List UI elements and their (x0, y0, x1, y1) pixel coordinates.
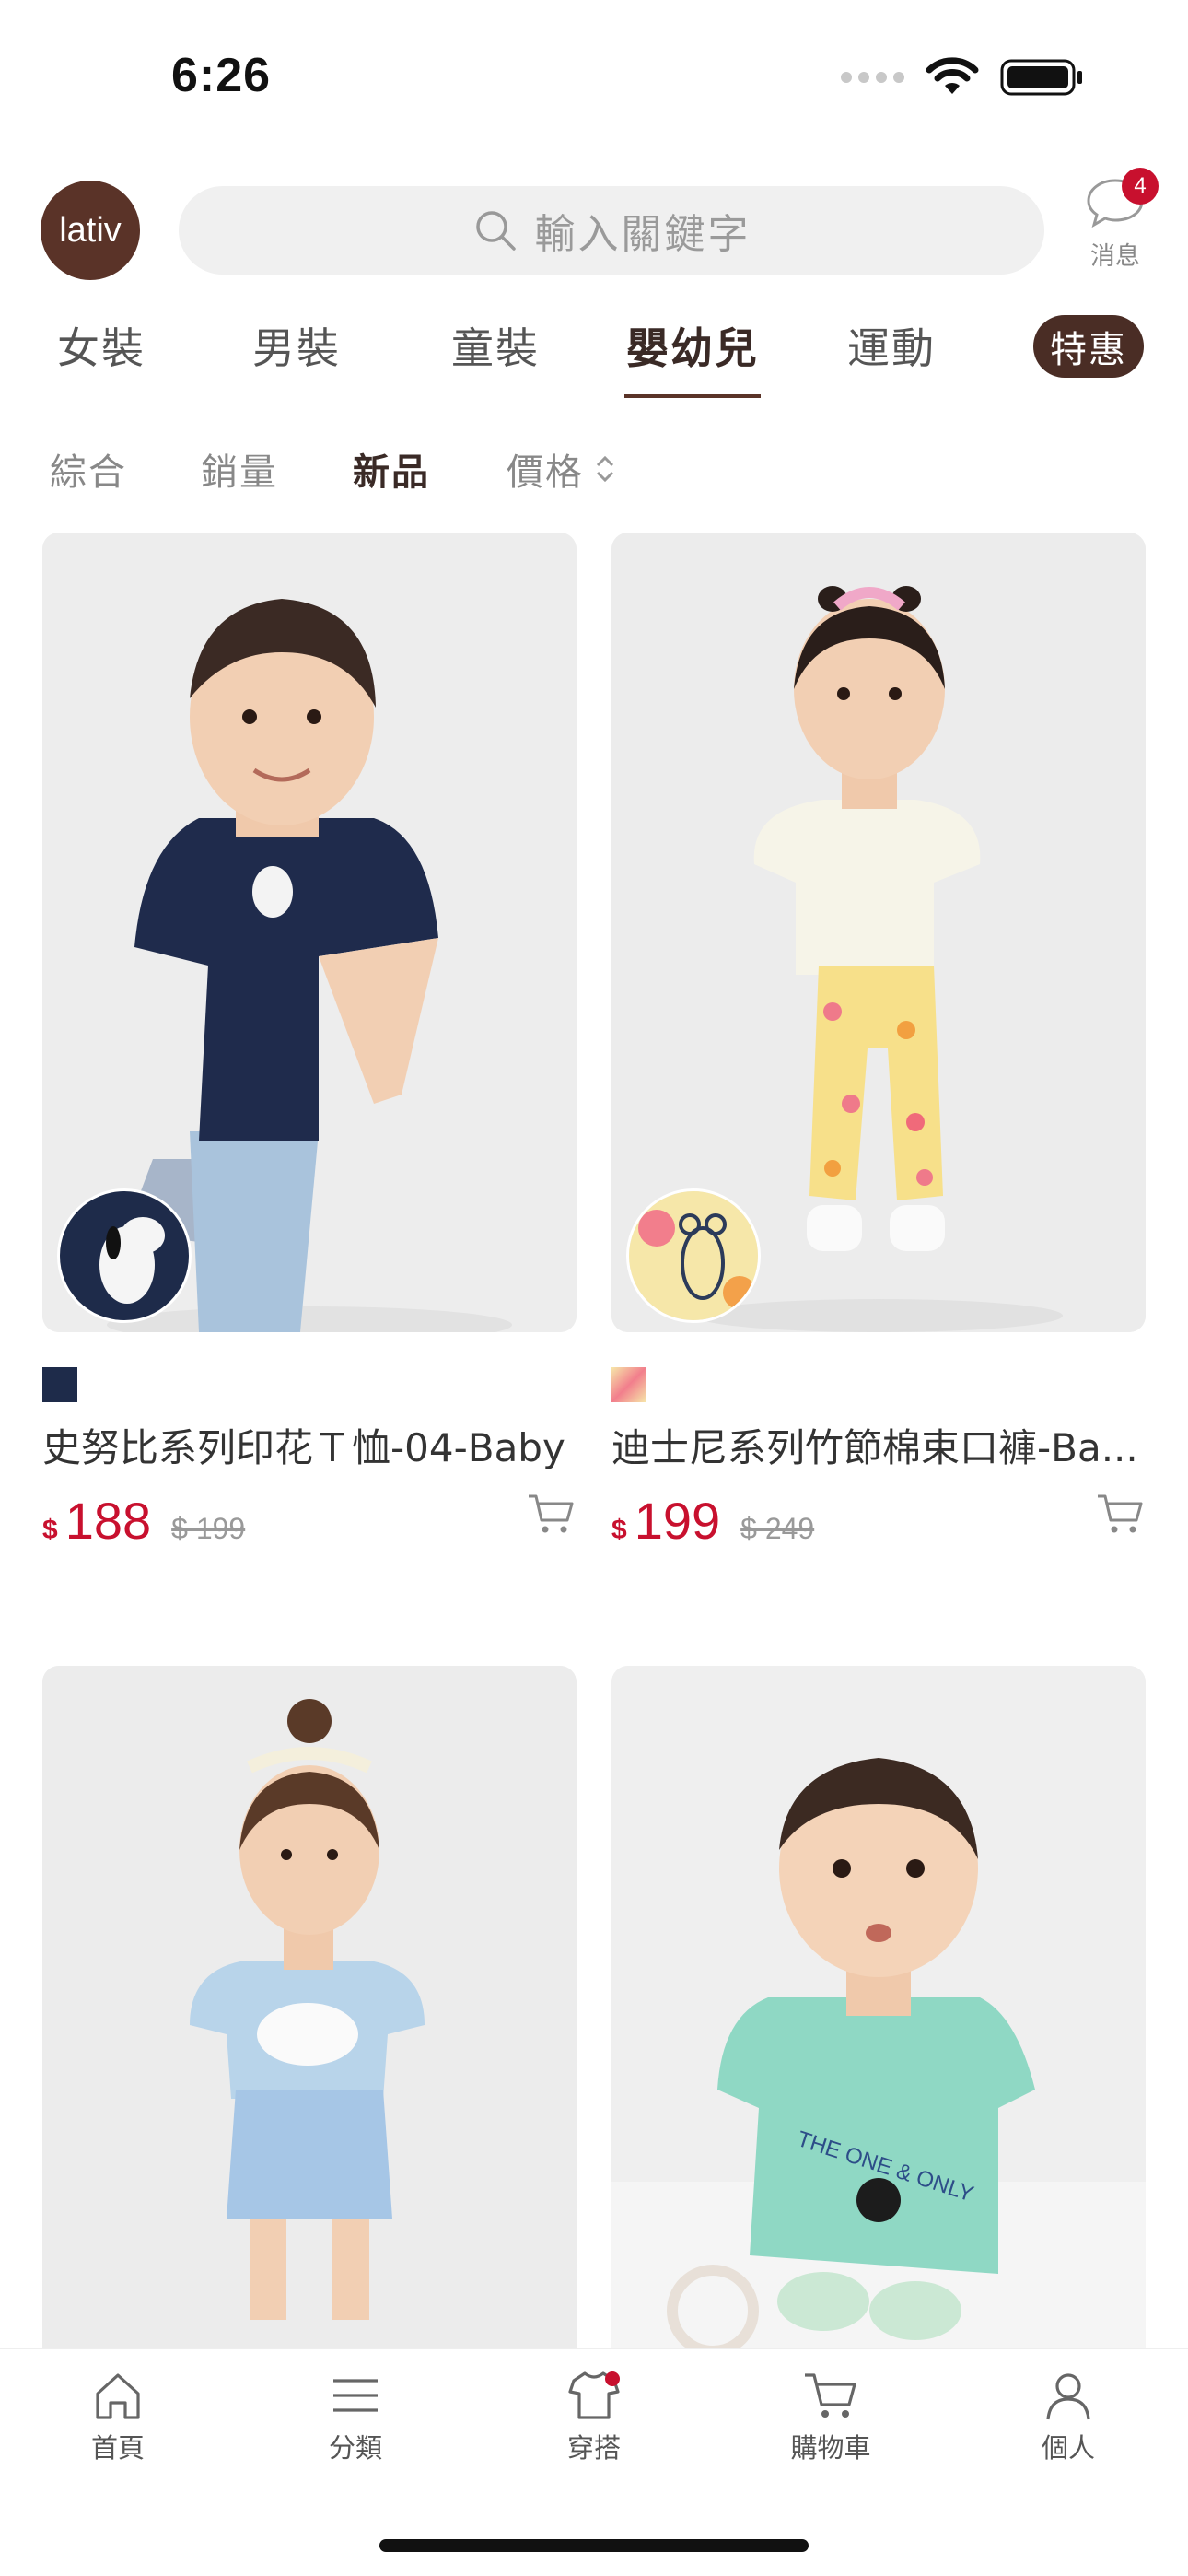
product-card[interactable]: 史努比系列印花Ｔ恤-04-Baby $ 188 $ 199 (42, 533, 577, 1550)
original-price: $ 199 (171, 1512, 246, 1545)
nav-outfits[interactable]: 穿搭 (530, 2368, 658, 2465)
home-icon (96, 2373, 140, 2419)
product-name[interactable]: 迪士尼系列竹節棉束口褲-Ba... (611, 1417, 1155, 1473)
nav-cart-label: 購物車 (790, 2432, 871, 2464)
sort-bar: 綜合 銷量 新品 價格 (0, 433, 1188, 507)
status-time: 6:26 (171, 49, 272, 102)
sort-price[interactable]: 價格 (507, 442, 617, 496)
character-swatch (626, 1188, 761, 1323)
messages-button[interactable]: 4 消息 (1074, 168, 1159, 286)
home-indicator[interactable] (379, 2539, 809, 2552)
tab-kids[interactable]: 童裝 (451, 315, 540, 376)
sort-sales[interactable]: 銷量 (201, 442, 278, 496)
product-name[interactable]: 史努比系列印花Ｔ恤-04-Baby (42, 1417, 586, 1473)
search-placeholder: 輸入關鍵字 (534, 211, 751, 258)
messages-label: 消息 (1090, 242, 1140, 271)
nav-home-label: 首頁 (90, 2432, 145, 2464)
tab-sports[interactable]: 運動 (847, 315, 936, 376)
product-grid: 史努比系列印花Ｔ恤-04-Baby $ 188 $ 199 迪士尼系列竹節棉束口… (0, 533, 1188, 2348)
search-icon (475, 211, 516, 251)
sale-price: 188 (64, 1492, 152, 1550)
product-price: $ 188 $ 199 (42, 1491, 245, 1551)
product-image[interactable]: THE ONE & ONLY (611, 1666, 1146, 2348)
nav-outfits-label: 穿搭 (566, 2432, 621, 2464)
nav-home[interactable]: 首頁 (53, 2368, 182, 2465)
product-image[interactable] (611, 533, 1146, 1332)
menu-icon (333, 2379, 378, 2412)
color-swatch[interactable] (611, 1367, 646, 1402)
character-swatch (57, 1188, 192, 1323)
product-price: $ 199 $ 249 (611, 1491, 814, 1551)
notification-dot (605, 2371, 620, 2386)
nav-categories[interactable]: 分類 (291, 2368, 420, 2465)
color-swatch[interactable] (42, 1367, 77, 1402)
status-bar: 6:26 (0, 0, 1188, 157)
status-icons (841, 57, 1085, 98)
original-price: $ 249 (740, 1512, 815, 1545)
add-to-cart-icon[interactable] (1094, 1487, 1146, 1539)
nav-categories-label: 分類 (328, 2432, 382, 2464)
tab-mens[interactable]: 男裝 (252, 315, 341, 376)
sort-price-label: 價格 (507, 451, 584, 494)
messages-badge: 4 (1122, 168, 1159, 205)
product-card[interactable]: THE ONE & ONLY (611, 1666, 1146, 2348)
battery-icon (1000, 59, 1082, 96)
nav-profile[interactable]: 個人 (1004, 2368, 1133, 2465)
product-card[interactable]: 迪士尼系列竹節棉束口褲-Ba... $ 199 $ 249 (611, 533, 1146, 1550)
cart-icon (805, 2373, 856, 2418)
tab-baby[interactable]: 嬰幼兒 (626, 315, 759, 376)
sort-new[interactable]: 新品 (353, 442, 430, 496)
search-input[interactable]: 輸入關鍵字 (179, 186, 1044, 275)
category-tabs: 女裝 男裝 童裝 嬰幼兒 運動 特惠 (0, 304, 1188, 405)
currency-symbol: $ (42, 1515, 58, 1545)
nav-profile-label: 個人 (1041, 2432, 1095, 2464)
brand-logo[interactable]: lativ (41, 181, 140, 280)
signal-icon (841, 72, 904, 83)
add-to-cart-icon[interactable] (525, 1487, 577, 1539)
tab-special-offer[interactable]: 特惠 (1033, 315, 1144, 378)
tab-womens[interactable]: 女裝 (57, 315, 146, 376)
person-icon (1046, 2373, 1090, 2420)
top-header: lativ 輸入關鍵字 4 消息 (0, 168, 1188, 286)
product-card[interactable] (42, 1666, 577, 2348)
active-tab-indicator (624, 394, 761, 398)
sort-overall[interactable]: 綜合 (50, 442, 127, 496)
wifi-icon (926, 57, 979, 94)
nav-cart[interactable]: 購物車 (766, 2368, 895, 2465)
product-image[interactable] (42, 1666, 577, 2348)
sale-price: 199 (634, 1492, 721, 1550)
product-image[interactable] (42, 533, 577, 1332)
sort-toggle-icon (596, 455, 614, 483)
currency-symbol: $ (611, 1515, 627, 1545)
